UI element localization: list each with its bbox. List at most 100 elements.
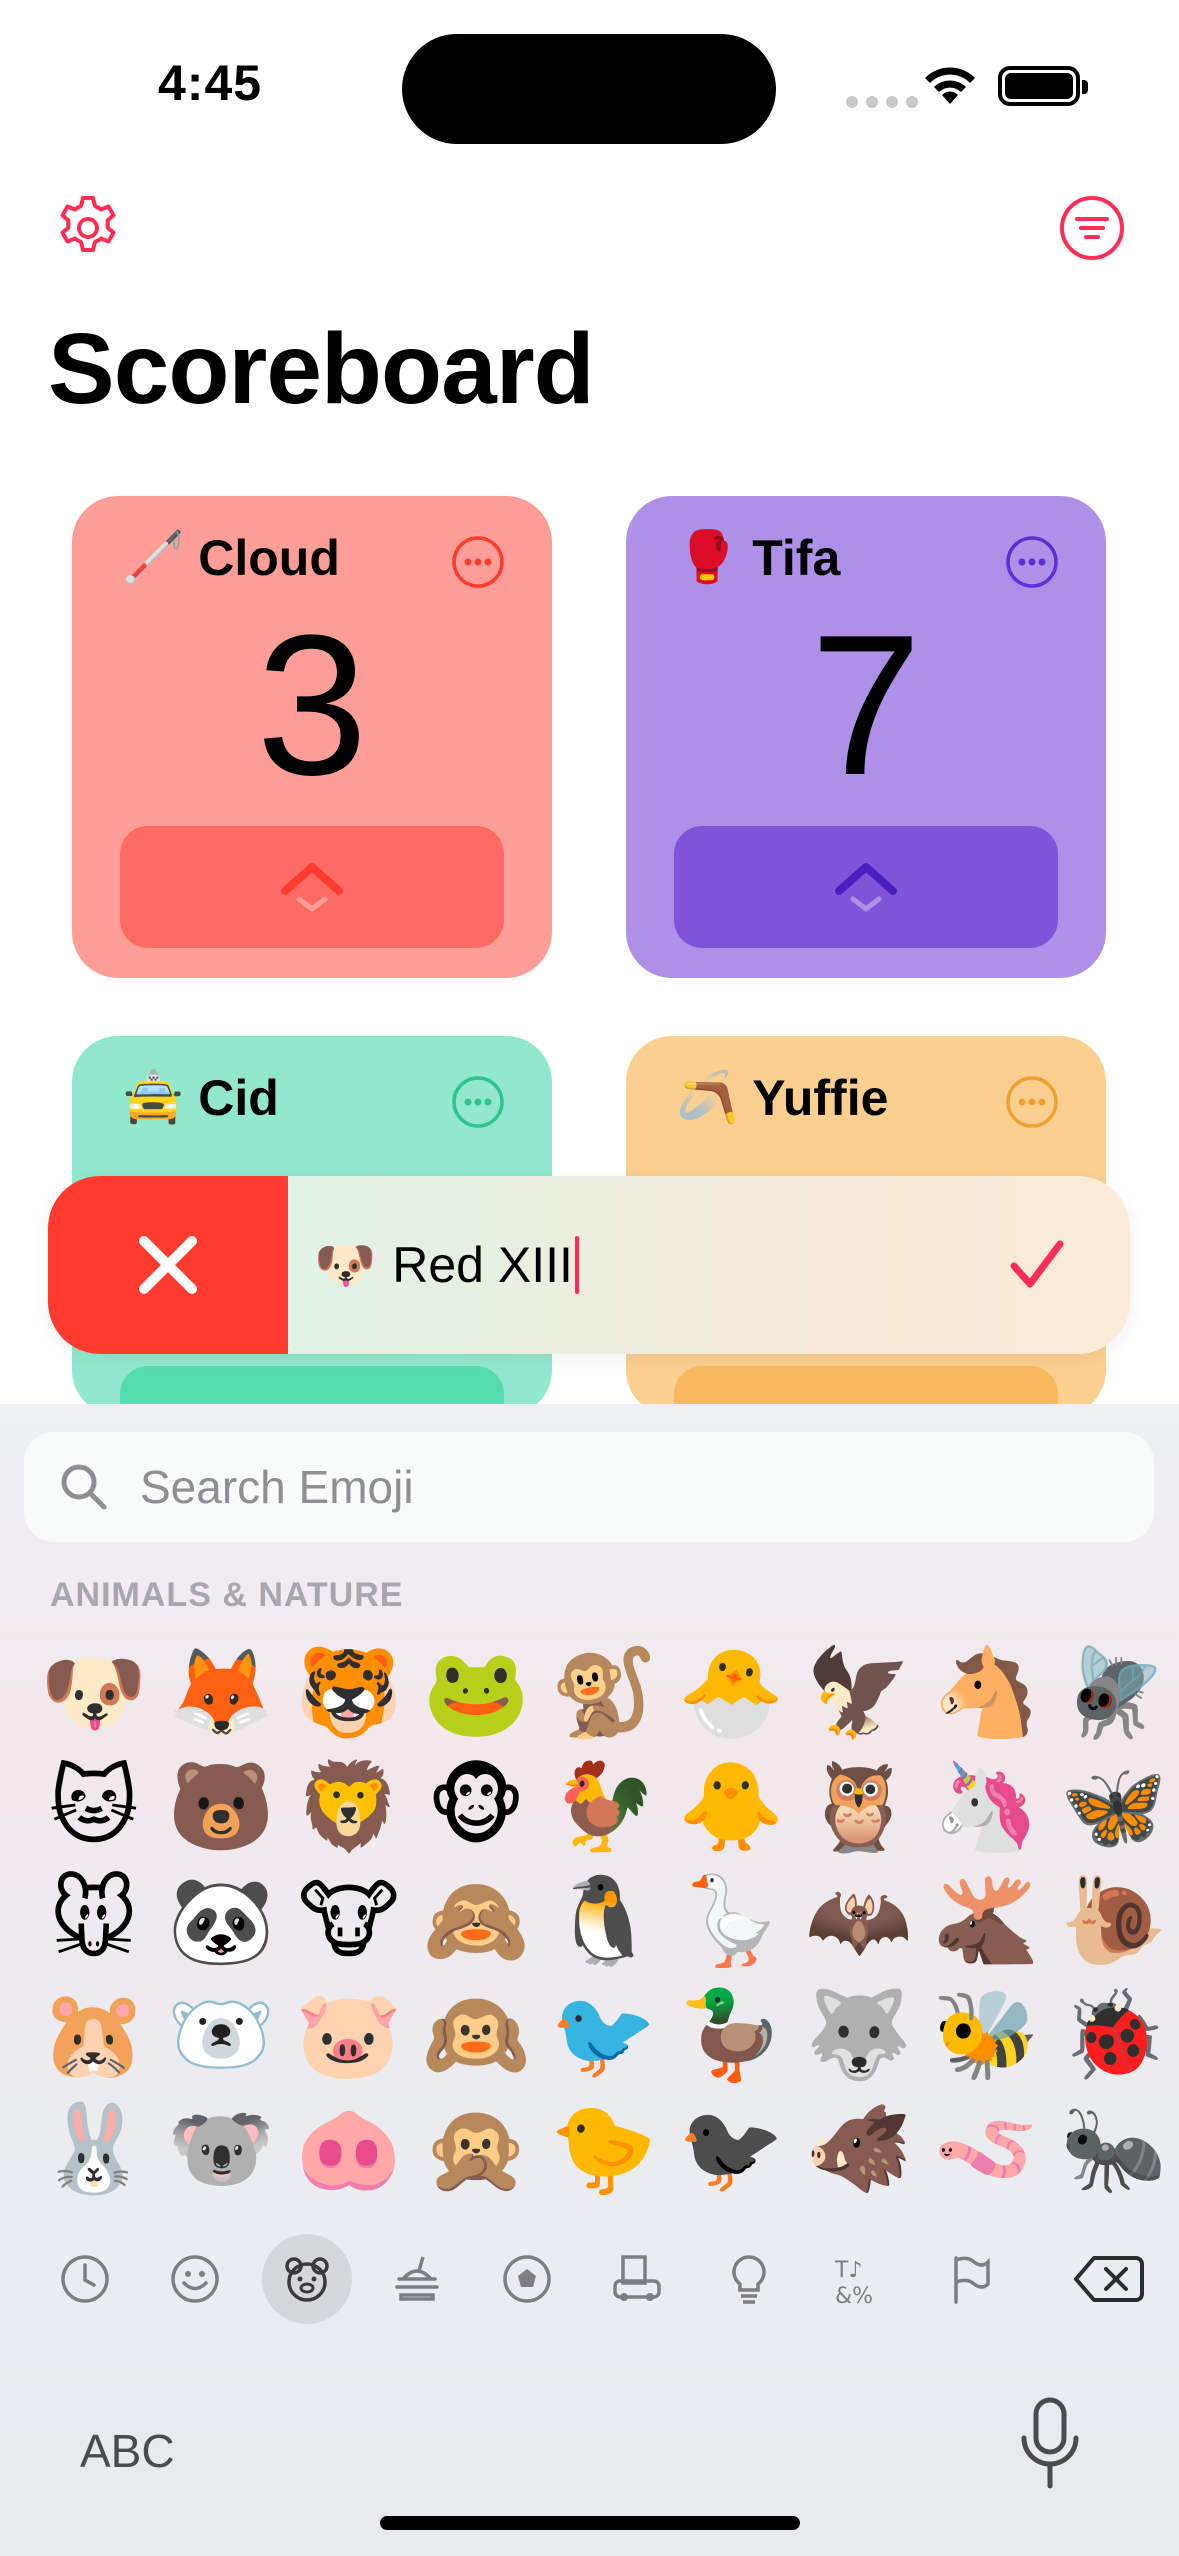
smileys-icon[interactable]: [150, 2234, 240, 2324]
text-caret: [574, 1236, 579, 1294]
emoji-key[interactable]: 🐓: [540, 1750, 668, 1864]
player-card-cloud[interactable]: 🦯 Cloud 3: [72, 496, 552, 978]
emoji-category-bar: T♪ &%: [0, 2224, 1179, 2334]
emoji-key[interactable]: 🙈: [413, 1864, 541, 1978]
gear-icon[interactable]: [52, 192, 124, 264]
more-options-icon[interactable]: [1004, 1074, 1060, 1130]
more-options-icon[interactable]: [1004, 534, 1060, 590]
emoji-key[interactable]: 🐻: [158, 1750, 286, 1864]
player-emoji: 🪃: [676, 1069, 739, 1125]
emoji-key[interactable]: 🐮: [285, 1864, 413, 1978]
abc-keyboard-button[interactable]: ABC: [80, 2424, 175, 2478]
player-name-editor: 🐶 Red XIII: [48, 1176, 1130, 1354]
emoji-key[interactable]: 🐧: [540, 1864, 668, 1978]
player-emoji: 🦯: [122, 529, 185, 585]
more-options-icon[interactable]: [450, 1074, 506, 1130]
wifi-icon: [925, 67, 975, 104]
chevron-up-icon: [835, 863, 897, 912]
player-name-label: Cloud: [198, 529, 340, 586]
filter-icon[interactable]: [1056, 192, 1128, 264]
emoji-key[interactable]: 🐒: [540, 1636, 668, 1750]
emoji-key[interactable]: 🐨: [158, 2092, 286, 2206]
emoji-key[interactable]: 🐗: [795, 2092, 923, 2206]
checkmark-icon[interactable]: [1006, 1234, 1068, 1296]
emoji-key[interactable]: 🦉: [795, 1750, 923, 1864]
emoji-keyboard: Search Emoji ANIMALS & NATURE 🐶 🦊 🐯 🐸 🐒 …: [0, 1404, 1179, 2556]
delete-key-icon[interactable]: [1060, 2234, 1156, 2324]
recent-icon[interactable]: [40, 2234, 130, 2324]
emoji-key[interactable]: 🐦‍⬛: [668, 2092, 796, 2206]
more-options-icon[interactable]: [450, 534, 506, 590]
travel-icon[interactable]: [592, 2234, 682, 2324]
emoji-key[interactable]: 🐼: [158, 1864, 286, 1978]
player-name: 🥊 Tifa: [676, 528, 840, 587]
food-icon[interactable]: [372, 2234, 462, 2324]
emoji-key[interactable]: 🪱: [923, 2092, 1051, 2206]
emoji-key[interactable]: 🐱: [30, 1750, 158, 1864]
chevron-up-icon: [281, 863, 343, 912]
player-card-tifa[interactable]: 🥊 Tifa 7: [626, 496, 1106, 978]
emoji-grid: 🐶 🦊 🐯 🐸 🐒 🐣 🦅 🐴 🪰 🐱 🐻 🦁 🐵 🐓 🐥 🦉 🦄 🦋 🐭 🐼 …: [30, 1636, 1179, 2206]
symbols-icon[interactable]: T♪ &%: [814, 2234, 904, 2324]
close-icon: [139, 1236, 197, 1294]
emoji-key[interactable]: 🪿: [668, 1864, 796, 1978]
home-indicator: [380, 2516, 800, 2530]
player-name-label: Tifa: [752, 529, 841, 586]
emoji-key[interactable]: 🐞: [1050, 1978, 1178, 2092]
emoji-key[interactable]: 🦆: [668, 1978, 796, 2092]
emoji-key[interactable]: 🫎: [923, 1864, 1051, 1978]
emoji-key[interactable]: 🐝: [923, 1978, 1051, 2092]
emoji-key[interactable]: 🐭: [30, 1864, 158, 1978]
player-emoji-picker[interactable]: 🐶: [314, 1236, 376, 1295]
emoji-key[interactable]: 🦁: [285, 1750, 413, 1864]
emoji-section-label: ANIMALS & NATURE: [50, 1576, 404, 1614]
emoji-key[interactable]: 🐤: [540, 2092, 668, 2206]
delete-player-button[interactable]: [48, 1176, 288, 1354]
player-name-value: Red XIII: [392, 1237, 573, 1293]
emoji-key[interactable]: 🐸: [413, 1636, 541, 1750]
animals-icon[interactable]: [262, 2234, 352, 2324]
svg-text:T♪: T♪: [834, 2258, 862, 2283]
increment-button[interactable]: [120, 826, 504, 948]
emoji-row: 🐹 🐻‍❄️ 🐷 🙉 🐦 🦆 🐺 🐝 🐞: [30, 1978, 1179, 2092]
emoji-key[interactable]: 🐹: [30, 1978, 158, 2092]
status-time: 4:45: [158, 55, 263, 111]
emoji-key[interactable]: 🐦: [540, 1978, 668, 2092]
microphone-icon[interactable]: [1016, 2394, 1084, 2494]
emoji-key[interactable]: 🐺: [795, 1978, 923, 2092]
emoji-key[interactable]: 🐷: [285, 1978, 413, 2092]
emoji-key[interactable]: 🪰: [1050, 1636, 1178, 1750]
emoji-key[interactable]: 🦇: [795, 1864, 923, 1978]
emoji-key[interactable]: 🙊: [413, 2092, 541, 2206]
emoji-row: 🐭 🐼 🐮 🙈 🐧 🪿 🦇 🫎 🐌: [30, 1864, 1179, 1978]
emoji-key[interactable]: 🦅: [795, 1636, 923, 1750]
emoji-key[interactable]: 🐣: [668, 1636, 796, 1750]
flags-icon[interactable]: [926, 2234, 1016, 2324]
emoji-key[interactable]: 🐵: [413, 1750, 541, 1864]
emoji-key[interactable]: 🐶: [30, 1636, 158, 1750]
emoji-key[interactable]: 🦊: [158, 1636, 286, 1750]
emoji-key[interactable]: 🐽: [285, 2092, 413, 2206]
emoji-key[interactable]: 🐥: [668, 1750, 796, 1864]
player-name-field[interactable]: 🐶 Red XIII: [314, 1176, 579, 1354]
player-emoji: 🚖: [122, 1069, 185, 1125]
search-icon: [61, 1464, 107, 1510]
emoji-search-input[interactable]: Search Emoji: [24, 1432, 1154, 1542]
cellular-signal-icon: [846, 96, 918, 108]
page-title: Scoreboard: [48, 313, 595, 425]
emoji-key[interactable]: 🦋: [1050, 1750, 1178, 1864]
emoji-key[interactable]: 🐴: [923, 1636, 1051, 1750]
emoji-key[interactable]: 🐯: [285, 1636, 413, 1750]
emoji-key[interactable]: 🦄: [923, 1750, 1051, 1864]
emoji-key[interactable]: 🐰: [30, 2092, 158, 2206]
emoji-key[interactable]: 🐌: [1050, 1864, 1178, 1978]
battery-icon: [998, 66, 1088, 106]
scoreboard-screen: 4:45 Scoreboard 🦯 Cloud 3 🥊 Tifa 7 🚖 Cid…: [0, 0, 1179, 2556]
increment-button[interactable]: [674, 826, 1058, 948]
emoji-key[interactable]: 🐜: [1050, 2092, 1178, 2206]
objects-icon[interactable]: [704, 2234, 794, 2324]
emoji-key[interactable]: 🙉: [413, 1978, 541, 2092]
emoji-row: 🐰 🐨 🐽 🙊 🐤 🐦‍⬛ 🐗 🪱 🐜: [30, 2092, 1179, 2206]
emoji-key[interactable]: 🐻‍❄️: [158, 1978, 286, 2092]
activity-icon[interactable]: [482, 2234, 572, 2324]
